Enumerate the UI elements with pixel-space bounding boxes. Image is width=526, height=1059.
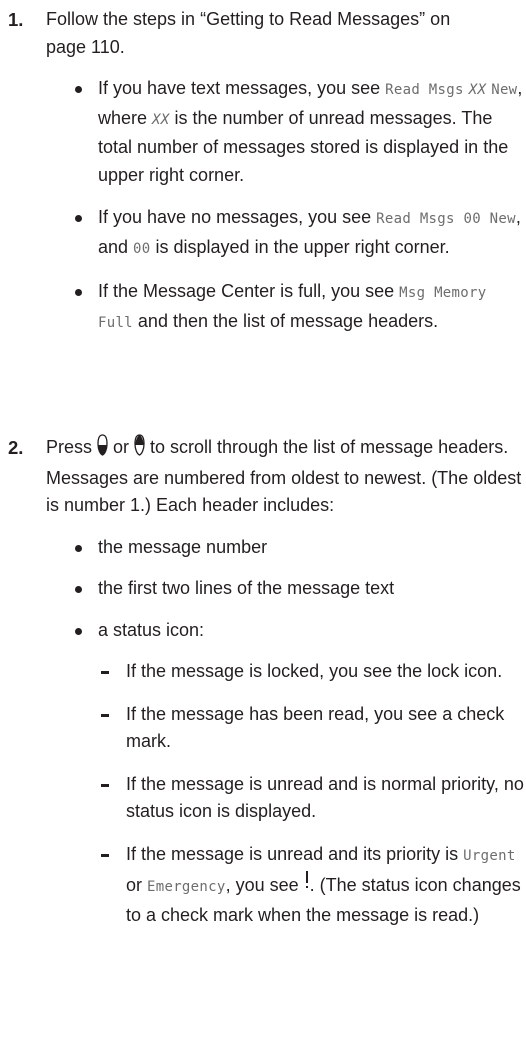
display-text: New bbox=[491, 82, 518, 98]
display-text: Emergency bbox=[147, 879, 226, 895]
scroll-down-key-icon bbox=[97, 434, 108, 465]
list-item: a status icon: If the message is locked,… bbox=[70, 617, 524, 930]
step-1-text: Follow the steps in “Getting to Read Mes… bbox=[46, 9, 451, 57]
list-item: If the message is unread and its priorit… bbox=[98, 841, 524, 930]
list-item: If the message is locked, you see the lo… bbox=[98, 658, 524, 686]
step-number: 1. bbox=[8, 9, 24, 30]
list-item: If the Message Center is full, you see M… bbox=[70, 278, 524, 337]
step-number: 2. bbox=[8, 437, 24, 458]
scroll-up-key-icon bbox=[134, 434, 145, 465]
list-item: If the message has been read, you see a … bbox=[98, 701, 524, 756]
step-2: 2. Press or to scroll through the list o… bbox=[0, 434, 524, 929]
list-item: the first two lines of the message text bbox=[70, 575, 524, 603]
list-item: If you have no messages, you see Read Ms… bbox=[70, 204, 524, 263]
display-text: XX bbox=[152, 111, 170, 128]
list-item: the message number bbox=[70, 534, 524, 562]
status-icon-list: If the message is locked, you see the lo… bbox=[98, 658, 524, 929]
display-text: Read Msgs bbox=[385, 82, 464, 98]
step-1-bullets: If you have text messages, you see Read … bbox=[70, 75, 524, 337]
display-text: Read Msgs 00 New bbox=[376, 211, 516, 227]
list-item: If you have text messages, you see Read … bbox=[70, 75, 524, 189]
step-2-text: Press or to scroll through the list of m… bbox=[46, 434, 524, 520]
list-item: If the message is unread and is normal p… bbox=[98, 771, 524, 826]
display-text: Urgent bbox=[463, 847, 516, 864]
display-text: 00 bbox=[133, 240, 151, 257]
display-text: XX bbox=[468, 82, 487, 98]
step-2-bullets: the message number the first two lines o… bbox=[70, 534, 524, 930]
step-1: 1. Follow the steps in “Getting to Read … bbox=[0, 6, 524, 337]
